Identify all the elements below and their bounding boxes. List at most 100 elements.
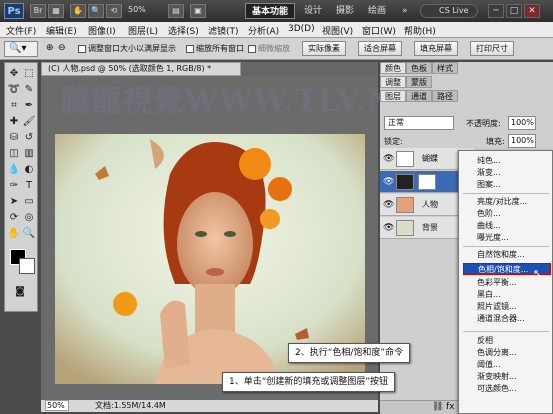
background-color-swatch[interactable]	[19, 258, 35, 274]
tab-layers[interactable]: 图层	[380, 90, 406, 102]
menu-layer[interactable]: 图层(L)	[128, 24, 158, 37]
tab-masks[interactable]: 蒙版	[406, 76, 432, 88]
minimize-icon[interactable]: ─	[488, 4, 504, 18]
menu-help[interactable]: 帮助(H)	[404, 24, 436, 37]
menu-item-gradient-map[interactable]: 渐变映射...	[475, 371, 553, 383]
print-size-button[interactable]: 打印尺寸	[470, 41, 514, 56]
fill-input[interactable]: 100%	[508, 134, 536, 148]
menu-item-levels[interactable]: 色阶...	[475, 208, 553, 220]
opacity-input[interactable]: 100%	[508, 116, 536, 130]
workspace-photography[interactable]: 摄影	[330, 3, 360, 19]
menu-image[interactable]: 图像(I)	[88, 24, 116, 37]
tab-styles[interactable]: 样式	[432, 62, 458, 74]
history-brush-icon[interactable]: ↺	[22, 131, 36, 145]
menu-view[interactable]: 视图(V)	[322, 24, 353, 37]
menu-item-threshold[interactable]: 阈值...	[475, 359, 553, 371]
marquee-tool-icon[interactable]: ⬚	[22, 67, 36, 81]
path-select-icon[interactable]: ➤	[7, 195, 21, 209]
move-tool-icon[interactable]: ✥	[7, 67, 21, 81]
menu-item-curves[interactable]: 曲线...	[475, 220, 553, 232]
eye-icon[interactable]: 👁	[383, 177, 394, 187]
eye-icon[interactable]: 👁	[383, 154, 394, 164]
quick-select-tool-icon[interactable]: ✎	[22, 83, 36, 97]
eye-icon[interactable]: 👁	[383, 223, 394, 233]
resize-windows-checkbox[interactable]: 调整窗口大小以满屏显示	[78, 43, 176, 54]
adjustment-layer-menu: 纯色... 渐变... 图案... 亮度/对比度... 色阶... 曲线... …	[458, 150, 553, 414]
gradient-tool-icon[interactable]: ▥	[22, 147, 36, 161]
type-tool-icon[interactable]: T	[22, 179, 36, 193]
zoom-in-icon[interactable]: ⊕	[46, 43, 54, 53]
menu-item-brightness-contrast[interactable]: 亮度/对比度...	[475, 196, 553, 208]
menu-select[interactable]: 选择(S)	[168, 24, 199, 37]
menu-item-posterize[interactable]: 色调分离...	[475, 347, 553, 359]
eraser-tool-icon[interactable]: ◫	[7, 147, 21, 161]
blend-mode-select[interactable]: 正常	[384, 116, 454, 130]
shape-tool-icon[interactable]: ▭	[22, 195, 36, 209]
clone-stamp-icon[interactable]: ⛁	[7, 131, 21, 145]
menu-window[interactable]: 窗口(W)	[362, 24, 396, 37]
menu-analysis[interactable]: 分析(A)	[248, 24, 279, 37]
workspace-painting[interactable]: 绘画	[362, 3, 392, 19]
link-layers-icon[interactable]: ⛓	[432, 402, 443, 412]
brush-tool-icon[interactable]: 🖌	[22, 115, 36, 129]
layer-style-icon[interactable]: fx	[446, 402, 455, 412]
zoom-tool-icon[interactable]: 🔍	[22, 227, 36, 241]
tab-adjustments[interactable]: 调整	[380, 76, 406, 88]
tab-swatches[interactable]: 色板	[406, 62, 432, 74]
menu-item-exposure[interactable]: 曝光度...	[475, 232, 553, 244]
menu-item-solid-color[interactable]: 纯色...	[475, 155, 553, 167]
tab-color[interactable]: 颜色	[380, 62, 406, 74]
menu-item-pattern[interactable]: 图案...	[475, 179, 553, 191]
blur-tool-icon[interactable]: 💧	[7, 163, 21, 177]
cs-live-button[interactable]: CS Live	[420, 4, 478, 18]
tool-preset-picker[interactable]: 🔍▾	[4, 41, 38, 57]
arrange-documents-icon[interactable]: ▤	[168, 4, 184, 18]
tab-channels[interactable]: 通道	[406, 90, 432, 102]
rotate-view-icon[interactable]: ⟲	[106, 4, 122, 18]
zoom-level[interactable]: 50%	[128, 5, 162, 17]
quick-mask-icon[interactable]: ◙	[13, 285, 27, 299]
face	[177, 192, 253, 296]
menu-item-black-white[interactable]: 黑白...	[475, 289, 553, 301]
zoom-tool-icon[interactable]: 🔍	[88, 4, 104, 18]
menu-item-color-balance[interactable]: 色彩平衡...	[475, 277, 553, 289]
menu-3d[interactable]: 3D(D)	[288, 24, 315, 34]
document-tab[interactable]: (C) 人物.psd @ 50% (选取颜色 1, RGB/8) *	[41, 62, 241, 76]
healing-brush-icon[interactable]: ✚	[7, 115, 21, 129]
3d-rotate-icon[interactable]: ⟳	[7, 211, 21, 225]
status-zoom[interactable]: 50%	[45, 400, 69, 411]
dodge-tool-icon[interactable]: ◐	[22, 163, 36, 177]
close-icon[interactable]: ✕	[524, 4, 540, 18]
maximize-icon[interactable]: □	[506, 4, 522, 18]
menu-filter[interactable]: 滤镜(T)	[208, 24, 239, 37]
workspace-basic[interactable]: 基本功能	[245, 3, 296, 19]
3d-camera-icon[interactable]: ◎	[22, 211, 36, 225]
eye-icon[interactable]: 👁	[383, 200, 394, 210]
zoom-all-windows-checkbox[interactable]: 缩放所有窗口	[186, 43, 244, 54]
menu-edit[interactable]: 编辑(E)	[46, 24, 77, 37]
workspace-design[interactable]: 设计	[298, 3, 328, 19]
mini-bridge-icon[interactable]: ▦	[48, 4, 64, 18]
actual-pixels-button[interactable]: 实际像素	[302, 41, 346, 56]
menu-item-invert[interactable]: 反相	[475, 335, 553, 347]
lasso-tool-icon[interactable]: ➰	[7, 83, 21, 97]
screen-mode-icon[interactable]: ▣	[190, 4, 206, 18]
menu-file[interactable]: 文件(F)	[6, 24, 36, 37]
menu-item-channel-mixer[interactable]: 通道混合器...	[475, 313, 553, 325]
zoom-out-icon[interactable]: ⊖	[58, 43, 66, 53]
menu-item-vibrance[interactable]: 自然饱和度...	[475, 249, 553, 261]
bridge-icon[interactable]: Br	[30, 4, 46, 18]
menu-item-gradient[interactable]: 渐变...	[475, 167, 553, 179]
menu-item-photo-filter[interactable]: 照片滤镜...	[475, 301, 553, 313]
hand-tool-icon[interactable]: ✋	[7, 227, 21, 241]
eyedropper-tool-icon[interactable]: ✒	[22, 99, 36, 113]
fill-screen-button[interactable]: 填充屏幕	[414, 41, 458, 56]
scrubby-zoom-checkbox[interactable]: 细微缩放	[248, 43, 290, 54]
pen-tool-icon[interactable]: ✑	[7, 179, 21, 193]
crop-tool-icon[interactable]: ⌗	[7, 99, 21, 113]
tab-paths[interactable]: 路径	[432, 90, 458, 102]
fit-screen-button[interactable]: 适合屏幕	[358, 41, 402, 56]
hand-tool-icon[interactable]: ✋	[70, 4, 86, 18]
menu-item-selective-color[interactable]: 可选颜色...	[475, 383, 553, 395]
more-workspaces[interactable]: »	[396, 3, 414, 19]
